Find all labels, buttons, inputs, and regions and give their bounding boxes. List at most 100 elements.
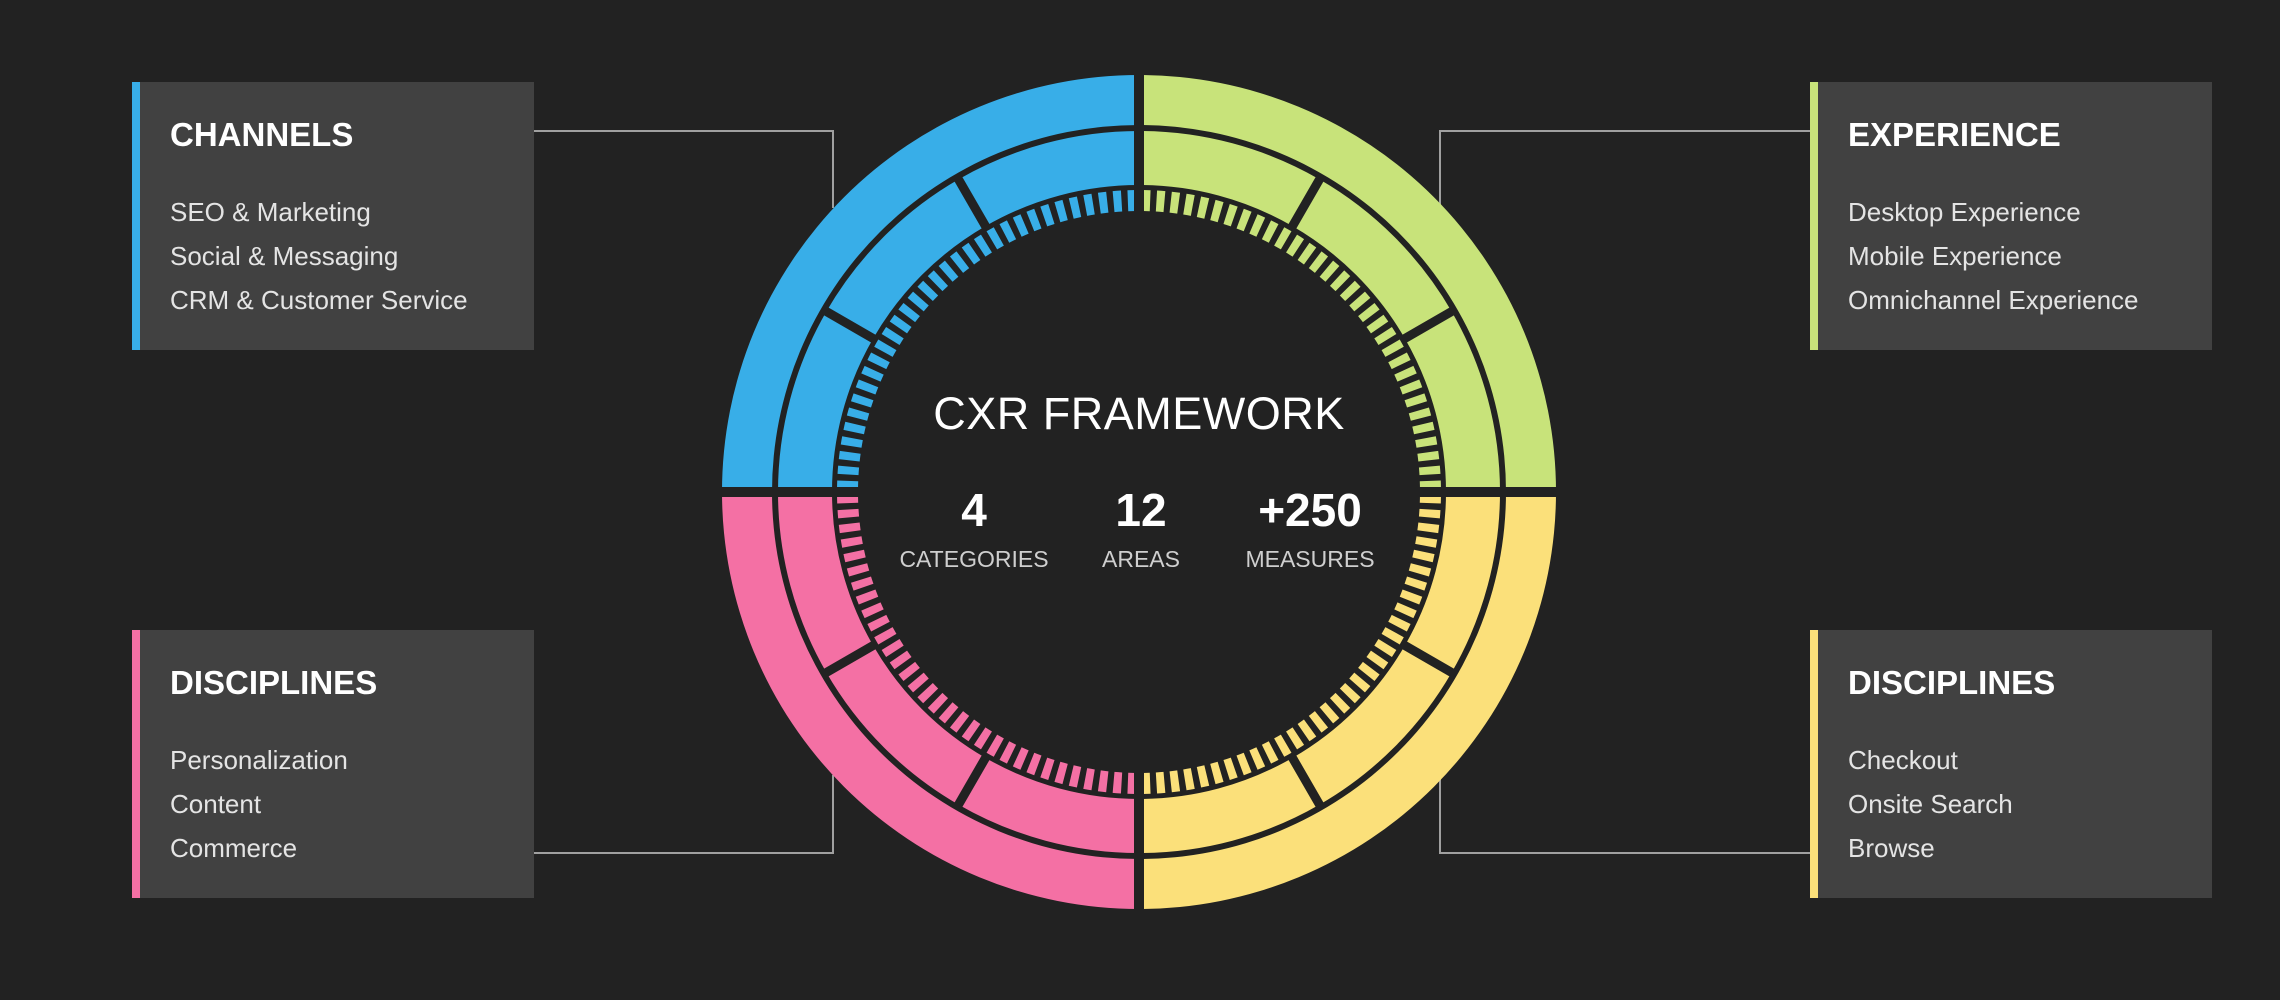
measure-tick <box>973 727 992 750</box>
measure-tick <box>1394 365 1417 382</box>
measure-tick <box>1329 270 1351 292</box>
measure-tick <box>1068 765 1082 788</box>
measure-tick <box>1418 508 1441 519</box>
measure-tick <box>1112 771 1123 794</box>
measure-tick <box>1183 768 1195 791</box>
category-item: Mobile Experience <box>1848 241 2062 271</box>
measure-tick <box>837 465 860 476</box>
category-items: Checkout Onsite Search Browse <box>1848 738 2013 870</box>
measure-tick <box>874 339 897 357</box>
measure-tick <box>1404 393 1428 408</box>
measure-tick <box>1297 719 1317 742</box>
measure-tick <box>927 692 949 714</box>
measure-tick <box>1040 203 1055 227</box>
measure-tick <box>927 270 949 292</box>
measure-tick <box>1286 727 1305 750</box>
measure-tick <box>1026 208 1042 232</box>
category-items: Personalization Content Commerce <box>170 738 348 870</box>
category-items: SEO & Marketing Social & Messaging CRM &… <box>170 190 468 322</box>
measure-tick <box>840 436 863 448</box>
connector-disciplines-right <box>1439 778 1810 854</box>
measure-tick <box>1349 672 1371 693</box>
category-card-disciplines-right: DISCIPLINES Checkout Onsite Search Brows… <box>1810 630 2212 898</box>
measure-tick <box>1319 260 1340 282</box>
measure-tick <box>917 682 939 704</box>
connector-experience <box>1439 130 1810 206</box>
measure-tick <box>1236 208 1252 232</box>
measure-tick <box>1399 379 1423 395</box>
measure-tick <box>881 639 904 658</box>
measure-tick <box>881 326 904 345</box>
measure-tick <box>1286 234 1305 257</box>
measure-tick <box>1366 314 1389 334</box>
measure-tick <box>1054 199 1068 223</box>
measure-tick <box>867 352 890 370</box>
measure-tick <box>1155 771 1166 794</box>
measure-tick <box>1408 407 1432 421</box>
measure-tick <box>986 734 1004 757</box>
measure-tick <box>1358 661 1380 682</box>
measure-tick <box>1274 734 1292 757</box>
measure-tick <box>1374 326 1397 345</box>
measure-tick <box>1366 650 1389 670</box>
measure-tick <box>874 627 897 645</box>
measure-tick <box>1297 242 1317 265</box>
category-item: Desktop Experience <box>1848 197 2081 227</box>
measure-tick <box>907 291 929 312</box>
measure-tick <box>1308 251 1329 273</box>
measure-tick <box>846 407 870 421</box>
measure-tick <box>1196 196 1210 219</box>
measure-tick <box>1249 747 1266 770</box>
category-accent-bar <box>132 82 140 350</box>
measure-tick <box>1012 747 1029 770</box>
measure-tick <box>1412 549 1435 563</box>
measure-tick <box>961 719 981 742</box>
measure-tick <box>1381 627 1404 645</box>
measure-tick <box>843 549 866 563</box>
measure-tick <box>1415 436 1438 448</box>
measure-tick <box>1374 639 1397 658</box>
measure-tick <box>1249 214 1266 237</box>
measure-tick <box>889 314 912 334</box>
measure-tick <box>846 563 870 577</box>
category-title: CHANNELS <box>170 116 354 153</box>
measure-tick <box>1097 770 1109 793</box>
measure-tick <box>949 251 970 273</box>
stat-measures: +250 MEASURES <box>1220 482 1400 574</box>
measure-tick <box>1026 752 1042 776</box>
measure-tick <box>1040 757 1055 781</box>
category-accent-bar <box>1810 630 1818 898</box>
measure-tick <box>1394 602 1417 619</box>
measure-tick <box>1274 227 1292 250</box>
measure-tick <box>1388 352 1411 370</box>
measure-tick <box>999 220 1017 243</box>
measure-tick <box>1083 768 1095 791</box>
category-item: Commerce <box>170 833 298 863</box>
measure-tick <box>1155 190 1166 213</box>
category-item: CRM & Customer Service <box>170 285 468 315</box>
stat-label: CATEGORIES <box>899 546 1049 572</box>
measure-tick <box>1381 339 1404 357</box>
measure-tick <box>961 242 981 265</box>
measure-tick <box>1210 761 1224 785</box>
measure-tick <box>973 234 992 257</box>
category-card-disciplines-left: DISCIPLINES Personalization Content Comm… <box>132 630 534 898</box>
measure-tick <box>889 650 912 670</box>
measure-tick <box>1210 199 1224 223</box>
measure-tick <box>1308 711 1329 733</box>
measure-tick <box>1068 196 1082 219</box>
category-item: SEO & Marketing <box>170 197 371 227</box>
measure-tick <box>1196 765 1210 788</box>
measure-tick <box>861 602 884 619</box>
category-card-experience: EXPERIENCE Desktop Experience Mobile Exp… <box>1810 82 2212 350</box>
measure-tick <box>837 508 860 519</box>
category-item: Browse <box>1848 833 1935 863</box>
measure-tick <box>917 280 939 302</box>
measure-tick <box>855 379 879 395</box>
measure-tick <box>840 536 863 548</box>
measure-tick <box>1261 741 1279 764</box>
measure-tick <box>898 661 920 682</box>
category-title: DISCIPLINES <box>1848 664 2056 701</box>
measure-tick <box>1339 682 1361 704</box>
measure-tick <box>1329 692 1351 714</box>
